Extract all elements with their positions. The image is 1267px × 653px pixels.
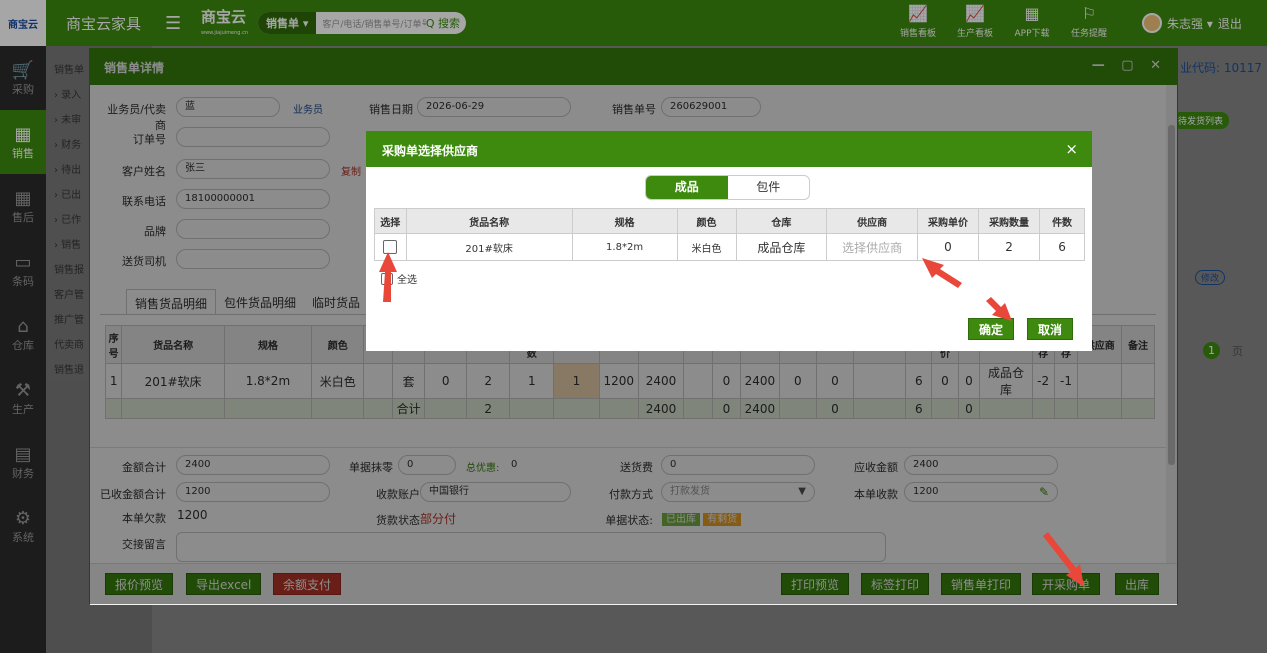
row-select-cell [374,233,407,261]
pieces-input[interactable]: 6 [1039,233,1085,261]
goods-type-toggle: 成品 包件 [645,175,810,200]
table-row: 201#软床 1.8*2m 米白色 成品仓库 选择供应商 0 2 6 [374,233,1085,261]
supplier-select[interactable]: 选择供应商 [826,233,918,261]
col-price: 采购单价 [916,208,980,234]
select-all[interactable]: 全选 [381,271,417,286]
row-warehouse: 成品仓库 [735,233,828,261]
select-all-label: 全选 [397,275,417,286]
cancel-button[interactable]: 取消 [1027,318,1074,340]
tab-package-goods[interactable]: 包件 [728,176,810,199]
col-color: 颜色 [676,208,737,234]
supplier-table: 选择 货品名称 规格 颜色 仓库 供应商 采购单价 采购数量 件数 201#软床… [374,208,1085,261]
select-supplier-modal: 采购单选择供应商 × 成品 包件 选择 货品名称 规格 颜色 仓库 供应商 采购… [366,131,1092,351]
col-pieces: 件数 [1039,208,1085,234]
row-name: 201#软床 [405,233,573,261]
col-warehouse: 仓库 [735,208,828,234]
qty-input[interactable]: 2 [978,233,1041,261]
col-select: 选择 [374,208,407,234]
row-checkbox[interactable] [383,240,398,255]
modal-title-bar: 采购单选择供应商 × [366,131,1092,167]
col-name: 货品名称 [405,208,573,234]
col-spec: 规格 [571,208,678,234]
row-spec: 1.8*2m [571,233,678,261]
close-icon[interactable]: × [1065,140,1078,158]
select-all-checkbox[interactable] [381,272,393,285]
modal-title: 采购单选择供应商 [382,144,479,158]
price-input[interactable]: 0 [916,233,980,261]
supplier-table-header: 选择 货品名称 规格 颜色 仓库 供应商 采购单价 采购数量 件数 [374,208,1085,234]
col-supplier: 供应商 [826,208,918,234]
col-qty: 采购数量 [978,208,1041,234]
tab-finished-goods[interactable]: 成品 [646,176,728,199]
row-color: 米白色 [676,233,737,261]
confirm-button[interactable]: 确定 [968,318,1015,340]
